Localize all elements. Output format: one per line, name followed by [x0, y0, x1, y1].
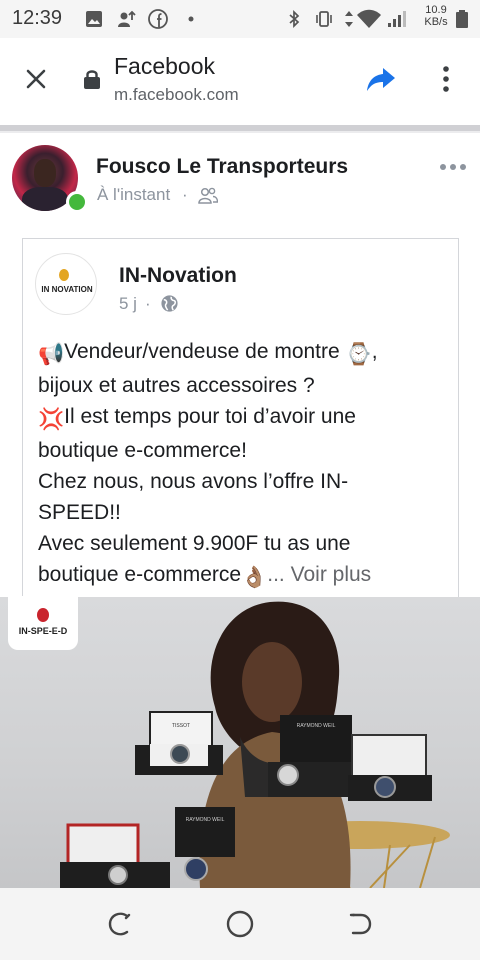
- post-text-line: SPEED!!: [38, 501, 121, 524]
- signal-icon: [388, 11, 406, 27]
- lock-icon: [84, 70, 100, 89]
- post-text-segment: ,: [371, 340, 378, 363]
- watch-face: [170, 744, 190, 764]
- ok-hand-icon: 👌🏽: [241, 566, 268, 589]
- status-time: 12:39: [12, 7, 63, 29]
- megaphone-icon: 📢: [38, 343, 65, 366]
- inspeed-logo-badge: IN-SPE-E-D: [8, 596, 78, 650]
- watch-face: [108, 865, 128, 885]
- status-bar: 12:39 10.9 KB/s: [0, 0, 480, 38]
- ellipsis: ...: [267, 563, 285, 586]
- post-author-name[interactable]: Fousco Le Transporteurs: [96, 155, 348, 179]
- post-text-line: Avec seulement 9.900F tu as une: [38, 532, 351, 555]
- post-text-line: bijoux et autres accessoires ?: [38, 374, 315, 397]
- post-text-line: 💢Il est temps pour toi d’avoir une: [38, 401, 448, 435]
- post-text-segment: boutique e-commerce: [38, 563, 242, 586]
- page-title[interactable]: Facebook: [114, 53, 215, 80]
- dot-icon: [188, 16, 194, 22]
- browser-toolbar: Facebook m.facebook.com: [0, 38, 480, 122]
- network-speed: 10.9 KB/s: [420, 4, 452, 28]
- bluetooth-icon: [289, 9, 300, 29]
- inspeed-bulb-icon: [37, 608, 49, 622]
- post-timestamp[interactable]: À l'instant: [97, 185, 170, 205]
- bulb-icon: [59, 269, 69, 281]
- page-url[interactable]: m.facebook.com: [114, 85, 239, 105]
- close-icon[interactable]: [22, 65, 50, 93]
- post-text-line: 📢Vendeur/vendeuse de montre ⌚,: [38, 336, 448, 370]
- home-icon[interactable]: [225, 909, 255, 939]
- watch-icon: ⌚: [345, 343, 372, 366]
- shared-page-name[interactable]: IN-Novation: [119, 264, 237, 288]
- shared-post-time[interactable]: 5 j: [119, 294, 137, 314]
- box-brand-text: RAYMOND WEIL: [297, 723, 336, 729]
- rw-box-2: [175, 807, 235, 857]
- globe-icon: [161, 295, 178, 312]
- post-body-text: 📢Vendeur/vendeuse de montre ⌚, bijoux et…: [38, 336, 448, 593]
- recents-icon[interactable]: [106, 910, 134, 938]
- anger-icon: 💢: [38, 408, 65, 431]
- watch-face: [184, 857, 208, 881]
- image-icon: [86, 11, 102, 27]
- facebook-icon: [148, 9, 168, 29]
- box-brand-text: RAYMOND WEIL: [186, 817, 225, 823]
- page-logo[interactable]: IN NOVATION: [35, 253, 97, 315]
- user-upload-icon: [118, 10, 136, 27]
- system-nav-bar: [0, 888, 480, 960]
- box-brand-text: TISSOT: [172, 723, 190, 729]
- woman-face: [242, 642, 302, 722]
- vibrate-icon: [316, 11, 332, 27]
- post-meta-separator: ·: [182, 185, 188, 204]
- post-text-segment: Vendeur/vendeuse de montre: [64, 340, 346, 363]
- network-speed-value: 10.9: [425, 4, 447, 16]
- right-box-lid: [351, 734, 427, 780]
- online-status-dot: [66, 191, 88, 213]
- post-options-icon[interactable]: [438, 160, 468, 174]
- avatar-shirt: [22, 187, 68, 211]
- inspeed-logo-text: IN-SPE-E-D: [18, 626, 68, 636]
- watch-face: [277, 764, 299, 786]
- post-text-segment: Il est temps pour toi d’avoir une: [64, 405, 356, 428]
- avatar-face: [34, 159, 56, 187]
- page-logo-text: IN NOVATION: [41, 285, 93, 294]
- back-icon[interactable]: [346, 910, 374, 938]
- post-text-line: Chez nous, nous avons l’offre IN-: [38, 470, 349, 493]
- shared-meta-separator: ·: [145, 294, 151, 313]
- see-more-link[interactable]: Voir plus: [291, 563, 372, 586]
- post-text-line: boutique e-commerce!: [38, 439, 247, 462]
- wifi-icon: [357, 9, 381, 28]
- network-speed-unit: KB/s: [424, 16, 448, 28]
- share-icon[interactable]: [366, 65, 396, 93]
- more-vert-icon[interactable]: [434, 64, 458, 94]
- toolbar-divider: [0, 131, 480, 133]
- friends-audience-icon: [198, 187, 218, 204]
- battery-icon: [456, 10, 468, 28]
- post-text-line: boutique e-commerce👌🏽... Voir plus: [38, 559, 448, 593]
- watch-face: [374, 776, 396, 798]
